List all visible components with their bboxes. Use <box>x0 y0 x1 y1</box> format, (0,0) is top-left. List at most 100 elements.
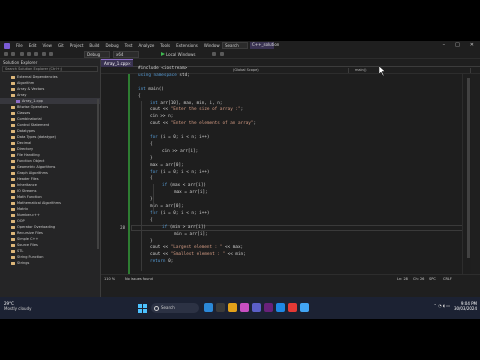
toolbar: Debug x64 Local Windows Debugger <box>0 50 480 64</box>
solution-explorer-title: Solution Explorer <box>3 60 38 65</box>
code-line: for (i = 0; i < n; i++) <box>150 210 210 216</box>
folder-icon <box>11 117 15 121</box>
editor-scrollbar[interactable] <box>462 74 471 274</box>
tree-item[interactable]: Strings <box>0 260 100 266</box>
blue-app-icon[interactable] <box>300 303 309 312</box>
member-dropdown[interactable]: main() <box>353 68 471 73</box>
windows-taskbar: 29°C Mostly cloudy Search ⌃ ◔ ◖ ▭ 9:04 P… <box>0 297 480 319</box>
code-line: return 0; <box>150 259 174 265</box>
scope-dropdown[interactable]: (Global Scope) <box>231 68 349 73</box>
forward-icon[interactable] <box>11 52 15 56</box>
code-line: if (min > arr[i]) <box>162 224 206 230</box>
visual-studio-taskbar-icon[interactable] <box>240 303 249 312</box>
folder-icon <box>11 75 15 79</box>
platform-dropdown[interactable]: x64 <box>113 51 139 58</box>
change-tracking-margin <box>128 74 130 274</box>
red-app-icon[interactable] <box>288 303 297 312</box>
menu-test[interactable]: Test <box>125 43 133 48</box>
browser-edge-icon[interactable] <box>204 303 213 312</box>
redo-icon[interactable] <box>49 52 53 56</box>
minimize-icon[interactable]: – <box>443 42 446 48</box>
solution-name-badge: C++_solution <box>250 42 280 49</box>
folder-icon <box>11 189 15 193</box>
back-icon[interactable] <box>4 52 8 56</box>
folder-icon <box>11 201 15 205</box>
code-line: int main() <box>138 86 164 92</box>
code-line: for (i = 0; i < n; i++) <box>150 169 210 175</box>
run-without-debug-icon[interactable] <box>212 52 216 56</box>
indent-guide <box>153 184 154 214</box>
folder-icon <box>11 105 15 109</box>
menu-debug[interactable]: Debug <box>105 43 118 48</box>
zoom-level[interactable]: 110 % <box>104 275 115 283</box>
close-tab-icon[interactable]: × <box>128 60 131 67</box>
folder-icon <box>11 129 15 133</box>
editor-status-bar: 110 % No issues found Ln: 28 Ch: 26 SPC … <box>101 274 480 282</box>
system-tray[interactable]: ⌃ ◔ ◖ ▭ <box>433 303 450 308</box>
folder-icon <box>11 165 15 169</box>
folder-icon <box>11 177 15 181</box>
new-file-icon[interactable] <box>20 52 24 56</box>
tab-array-1-cpp[interactable]: Array_1.cpp × <box>101 59 133 67</box>
file-explorer-icon[interactable] <box>228 303 237 312</box>
close-icon[interactable]: ✕ <box>470 42 474 48</box>
taskbar-search[interactable]: Search <box>151 303 199 313</box>
code-line: } <box>150 238 153 244</box>
windows-start-icon[interactable] <box>138 304 147 313</box>
folder-icon <box>11 147 15 151</box>
teams-icon[interactable] <box>252 303 261 312</box>
issues-status[interactable]: No issues found <box>125 275 153 283</box>
solution-explorer-scrollbar[interactable] <box>97 99 99 249</box>
editor-scroll-thumb[interactable] <box>467 78 470 258</box>
open-icon[interactable] <box>27 52 31 56</box>
folder-icon <box>11 141 15 145</box>
solution-explorer-search-input[interactable]: Search Solution Explorer (Ctrl+;) <box>2 66 98 72</box>
line-ending: CRLF <box>443 277 452 281</box>
menu-project[interactable]: Project <box>70 43 84 48</box>
solution-tree: External Dependencies Algorithm Array & Ve… <box>0 74 100 266</box>
whitespace-mode: SPC <box>429 277 436 281</box>
task-view-icon[interactable] <box>216 303 225 312</box>
menu-git[interactable]: Git <box>58 43 64 48</box>
maximize-icon[interactable]: □ <box>455 42 460 48</box>
menu-extensions[interactable]: Extensions <box>176 43 198 48</box>
menu-tools[interactable]: Tools <box>160 43 170 48</box>
save-icon[interactable] <box>34 52 38 56</box>
folder-icon <box>11 159 15 163</box>
folder-icon <box>11 135 15 139</box>
line-gutter: 28 <box>101 74 131 274</box>
solution-explorer-panel: Solution Explorer Search Solution Explor… <box>0 59 101 307</box>
search-box[interactable]: Search <box>222 42 248 49</box>
folder-icon <box>11 261 15 265</box>
folder-icon <box>11 207 15 211</box>
folder-icon <box>11 111 15 115</box>
menu-build[interactable]: Build <box>89 43 99 48</box>
menu-window[interactable]: Window <box>204 43 220 48</box>
configuration-dropdown[interactable]: Debug <box>84 51 110 58</box>
clock[interactable]: 9:04 PM 30/03/2024 <box>454 301 477 311</box>
menu-view[interactable]: View <box>42 43 52 48</box>
folder-icon <box>11 219 15 223</box>
menu-file[interactable]: File <box>16 43 23 48</box>
folder-icon <box>11 153 15 157</box>
code-line: cout << "Largest element : " << max; <box>150 245 244 251</box>
local-windows-debugger-button[interactable]: Local Windows Debugger <box>160 51 206 64</box>
code-line: { <box>138 93 141 99</box>
store-icon[interactable] <box>276 303 285 312</box>
char-position: Ch: 26 <box>413 277 425 281</box>
undo-icon[interactable] <box>42 52 46 56</box>
window-controls: – □ ✕ <box>443 42 474 48</box>
tab-label: Array_1.cpp <box>104 61 128 66</box>
code-line: min = arr[0]; <box>150 204 184 209</box>
date: 30/03/2024 <box>453 306 477 311</box>
weather-widget[interactable]: 29°C Mostly cloudy <box>4 301 32 311</box>
refresh-icon[interactable] <box>220 52 224 56</box>
menu-edit[interactable]: Edit <box>29 43 37 48</box>
menu-bar: File Edit View Git Project Build Debug T… <box>0 41 480 50</box>
folder-icon <box>11 195 15 199</box>
line-position: Ln: 28 <box>397 277 408 281</box>
code-editor[interactable]: 28 #include <iostream> using namespace st… <box>101 66 471 274</box>
vs-purple-icon[interactable] <box>264 303 273 312</box>
code-line: cin >> arr[i]; <box>162 148 199 154</box>
menu-analyze[interactable]: Analyze <box>139 43 155 48</box>
